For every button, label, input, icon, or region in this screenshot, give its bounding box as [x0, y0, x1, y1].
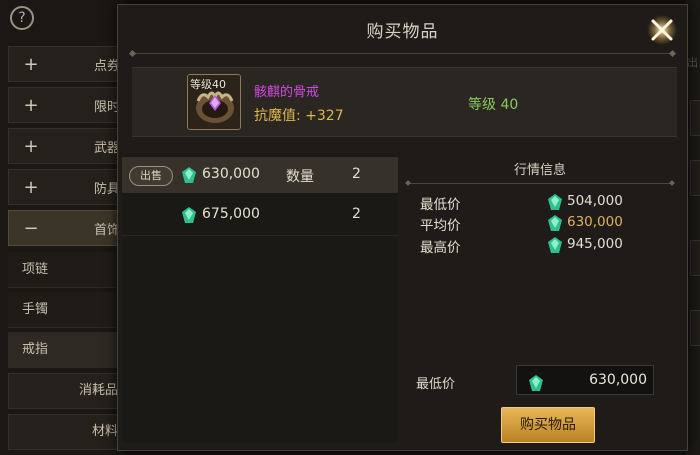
gem-icon [529, 372, 543, 391]
dialog-title: 购买物品 [366, 22, 439, 42]
background-right-edge: 出 [686, 0, 700, 455]
listing-price: 630,000 [202, 166, 260, 182]
market-value: 945,000 [567, 236, 623, 252]
category-sidebar: ? + 点券 + 限时 + 武器 + 防具 − 首饰 项链 手镯 戒指 消耗品 … [0, 0, 125, 455]
category-label: 武器 [93, 140, 120, 156]
category-item-weapon[interactable]: + 武器 [8, 128, 123, 164]
market-label: 最高价 [420, 240, 461, 256]
stat-label: 抗魔值: [254, 108, 301, 124]
listing-quantity: 2 [352, 206, 361, 222]
expand-icon: + [23, 94, 39, 116]
item-level-tag: 等级40 [190, 78, 226, 91]
category-item-material[interactable]: 材料 [8, 414, 123, 450]
subcategory-bracelet[interactable]: 手镯 [8, 292, 123, 328]
listing-list: 出售 630,000 数量 2 675,000 2 [122, 153, 398, 443]
sell-badge: 出售 [129, 166, 173, 186]
help-icon[interactable]: ? [10, 6, 34, 30]
market-value: 504,000 [567, 193, 623, 209]
stat-value: +327 [305, 108, 344, 124]
title-divider [132, 53, 673, 54]
buy-item-dialog: 购买物品 等级40 骸麒的骨戒 抗魔值: +327 等级 40 出售 630,0… [117, 4, 688, 451]
market-info-title: 行情信息 [513, 163, 566, 178]
category-label: 首饰 [93, 222, 120, 238]
gem-icon [548, 237, 562, 253]
market-label: 最低价 [420, 197, 461, 213]
item-name: 骸麒的骨戒 [254, 85, 320, 100]
expand-icon: + [23, 53, 39, 75]
category-item-armor[interactable]: + 防具 [8, 169, 123, 205]
subcategory-ring[interactable]: 戒指 [8, 332, 123, 368]
market-value: 630,000 [567, 214, 623, 230]
category-item-consumable[interactable]: 消耗品 [8, 373, 123, 409]
gem-icon [182, 207, 196, 223]
background-panel [690, 160, 700, 196]
market-row-max: 最高价 945,000 [420, 236, 660, 256]
background-panel [690, 240, 700, 276]
listing-row[interactable]: 出售 630,000 数量 2 [122, 157, 398, 193]
category-label: 防具 [93, 181, 120, 197]
background-panel [690, 310, 700, 346]
background-panel [690, 100, 700, 136]
market-info: 行情信息 最低价 504,000 平均价 630,000 最高价 945,000 [408, 153, 672, 293]
ring-item-icon[interactable]: 等级40 [187, 74, 241, 130]
gem-icon [548, 194, 562, 210]
market-row-min: 最低价 504,000 [420, 193, 660, 213]
row-divider [122, 235, 398, 236]
gem-icon [182, 167, 196, 183]
close-icon[interactable] [645, 13, 679, 47]
market-divider [408, 183, 672, 184]
category-label: 限时 [93, 99, 120, 115]
subcategory-necklace[interactable]: 项链 [8, 252, 123, 288]
collapse-icon: − [23, 217, 39, 239]
background-text: 出 [687, 56, 698, 69]
category-label: 点券 [93, 58, 120, 74]
min-price-label: 最低价 [416, 377, 456, 392]
listing-row[interactable]: 675,000 2 [122, 197, 398, 236]
min-price-field: 630,000 [516, 365, 654, 395]
gem-icon [548, 215, 562, 231]
expand-icon: + [23, 135, 39, 157]
item-info: 等级40 骸麒的骨戒 抗魔值: +327 等级 40 [132, 67, 677, 137]
market-label: 平均价 [420, 218, 461, 234]
min-price-value: 630,000 [589, 372, 647, 388]
item-stat: 抗魔值: +327 [254, 105, 344, 125]
category-item-accessory[interactable]: − 首饰 [8, 210, 123, 246]
category-item-limited[interactable]: + 限时 [8, 87, 123, 123]
expand-icon: + [23, 176, 39, 198]
item-grade: 等级 40 [468, 97, 519, 113]
quantity-label: 数量 [286, 169, 314, 185]
buy-item-button[interactable]: 购买物品 [501, 407, 595, 443]
market-row-avg: 平均价 630,000 [420, 214, 660, 234]
category-item-coupon[interactable]: + 点券 [8, 46, 123, 82]
listing-price: 675,000 [202, 206, 260, 222]
listing-quantity: 2 [352, 166, 361, 182]
